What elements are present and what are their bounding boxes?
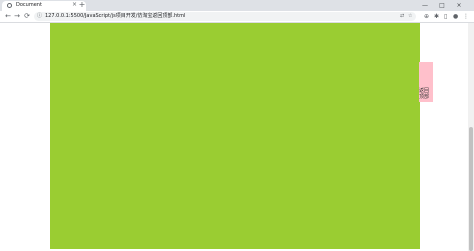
new-tab-button[interactable]: +: [78, 1, 86, 9]
profile-icon[interactable]: ●: [453, 12, 458, 21]
main-content-box: [50, 23, 420, 249]
zoom-icon[interactable]: ⊕: [424, 12, 429, 21]
close-window-button[interactable]: ×: [452, 0, 466, 11]
translate-icon[interactable]: ⇄: [400, 13, 404, 20]
reload-button[interactable]: ⟳: [23, 12, 31, 21]
tab-title: Document: [16, 2, 42, 8]
page-viewport: 返回顶部: [0, 23, 468, 251]
menu-icon[interactable]: ⋮: [463, 12, 469, 21]
sidebar-icon[interactable]: ▯: [444, 12, 447, 21]
tab-document[interactable]: Document ×: [2, 1, 86, 11]
info-icon[interactable]: ⓘ: [37, 13, 42, 20]
back-to-top-label[interactable]: 返回顶部: [419, 88, 433, 100]
minimize-button[interactable]: —: [418, 0, 432, 11]
scrollbar[interactable]: [468, 23, 474, 251]
maximize-button[interactable]: □: [435, 0, 449, 11]
tab-strip: Document × + — □ ×: [0, 0, 474, 11]
back-button[interactable]: ←: [4, 12, 12, 21]
extensions-icon[interactable]: ✱: [434, 12, 439, 21]
star-icon[interactable]: ☆: [408, 13, 412, 20]
address-bar[interactable]: ⓘ 127.0.0.1:5500/JavaScript/js项目开发/仿淘宝返回…: [34, 12, 416, 21]
scrollbar-thumb[interactable]: [469, 127, 473, 251]
forward-button[interactable]: →: [13, 12, 21, 21]
url-text[interactable]: 127.0.0.1:5500/JavaScript/js项目开发/仿淘宝返回顶部…: [45, 13, 185, 20]
browser-toolbar: ← → ⟳ ⓘ 127.0.0.1:5500/JavaScript/js项目开发…: [0, 11, 474, 23]
tab-close-icon[interactable]: ×: [72, 1, 77, 9]
globe-icon: [7, 3, 12, 8]
back-to-top-sidebar[interactable]: 返回顶部: [419, 62, 433, 102]
